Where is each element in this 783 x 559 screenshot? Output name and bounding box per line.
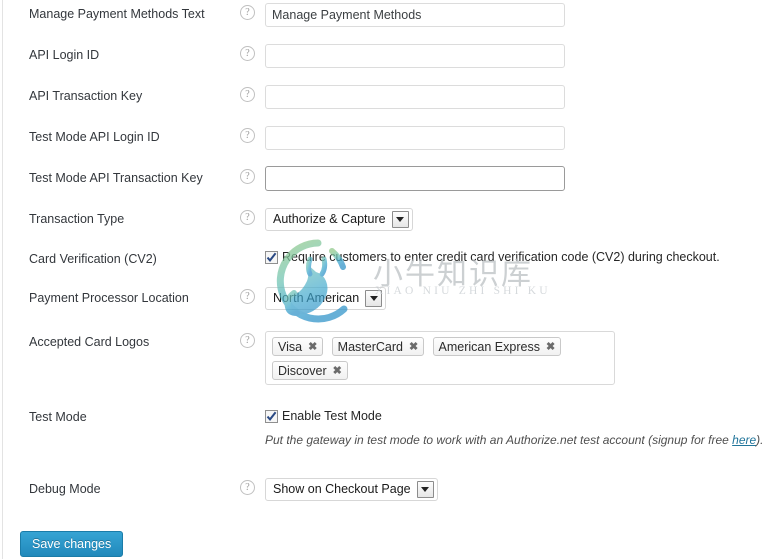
test-mode-api-transaction-key-input[interactable] bbox=[265, 166, 565, 191]
help-icon[interactable]: ? bbox=[240, 289, 255, 304]
api-transaction-key-input[interactable] bbox=[265, 85, 565, 109]
payment-processor-location-select[interactable]: North American bbox=[265, 287, 387, 310]
field-label: Test Mode bbox=[29, 410, 87, 424]
help-icon[interactable]: ? bbox=[240, 46, 255, 61]
field-label: Card Verification (CV2) bbox=[29, 252, 157, 266]
tag-label: Discover bbox=[278, 363, 327, 378]
tag-label: MasterCard bbox=[337, 339, 403, 354]
transaction-type-select[interactable]: Authorize & Capture bbox=[265, 208, 413, 231]
field-label: API Login ID bbox=[29, 48, 100, 62]
accepted-card-logos-tag-list[interactable]: Visa ✖ MasterCard ✖ American Express ✖ D… bbox=[265, 331, 615, 385]
payment-processor-location-value: North American bbox=[273, 291, 360, 305]
help-icon[interactable]: ? bbox=[240, 210, 255, 225]
api-login-id-input[interactable] bbox=[265, 44, 565, 68]
debug-mode-select[interactable]: Show on Checkout Page bbox=[265, 478, 438, 501]
signup-here-link[interactable]: here bbox=[732, 433, 756, 447]
tag-item[interactable]: MasterCard ✖ bbox=[331, 337, 425, 356]
remove-tag-icon[interactable]: ✖ bbox=[308, 341, 317, 353]
field-label: API Transaction Key bbox=[29, 89, 143, 103]
test-mode-hint-before: Put the gateway in test mode to work wit… bbox=[265, 433, 733, 447]
enable-test-mode-checkbox[interactable] bbox=[265, 410, 278, 423]
field-label: Manage Payment Methods Text bbox=[29, 7, 205, 21]
debug-mode-value: Show on Checkout Page bbox=[273, 482, 411, 496]
tag-item[interactable]: American Express ✖ bbox=[432, 337, 562, 356]
help-icon[interactable]: ? bbox=[240, 480, 255, 495]
help-icon[interactable]: ? bbox=[240, 87, 255, 102]
tag-label: Visa bbox=[278, 339, 303, 354]
help-icon[interactable]: ? bbox=[240, 333, 255, 348]
chevron-down-icon bbox=[416, 481, 434, 498]
remove-tag-icon[interactable]: ✖ bbox=[546, 341, 555, 353]
tag-label: American Express bbox=[438, 339, 540, 354]
tag-item[interactable]: Visa ✖ bbox=[272, 337, 324, 356]
enable-test-mode-label: Enable Test Mode bbox=[282, 409, 382, 423]
field-label: Accepted Card Logos bbox=[29, 335, 150, 349]
help-icon[interactable]: ? bbox=[240, 169, 255, 184]
manage-payment-methods-text-input[interactable] bbox=[265, 3, 565, 27]
remove-tag-icon[interactable]: ✖ bbox=[409, 341, 418, 353]
help-icon[interactable]: ? bbox=[240, 128, 255, 143]
test-mode-api-login-id-input[interactable] bbox=[265, 126, 565, 150]
authorize-net-settings-form: Manage Payment Methods Text ? API Login … bbox=[0, 0, 783, 559]
field-label: Transaction Type bbox=[29, 212, 125, 226]
transaction-type-value: Authorize & Capture bbox=[273, 212, 386, 226]
field-label: Debug Mode bbox=[29, 482, 101, 496]
field-label: Test Mode API Login ID bbox=[29, 130, 160, 144]
cv2-required-label: Require customers to enter credit card v… bbox=[282, 250, 720, 264]
tag-item[interactable]: Discover ✖ bbox=[272, 361, 348, 380]
test-mode-hint: Put the gateway in test mode to work wit… bbox=[265, 432, 764, 448]
save-changes-button[interactable]: Save changes bbox=[20, 531, 124, 557]
chevron-down-icon bbox=[391, 211, 409, 228]
chevron-down-icon bbox=[365, 290, 383, 307]
test-mode-hint-after: ). bbox=[756, 433, 764, 447]
help-icon[interactable]: ? bbox=[240, 5, 255, 20]
remove-tag-icon[interactable]: ✖ bbox=[333, 365, 342, 377]
cv2-required-checkbox[interactable] bbox=[265, 251, 278, 264]
field-label: Test Mode API Transaction Key bbox=[29, 171, 203, 185]
field-label: Payment Processor Location bbox=[29, 291, 189, 305]
